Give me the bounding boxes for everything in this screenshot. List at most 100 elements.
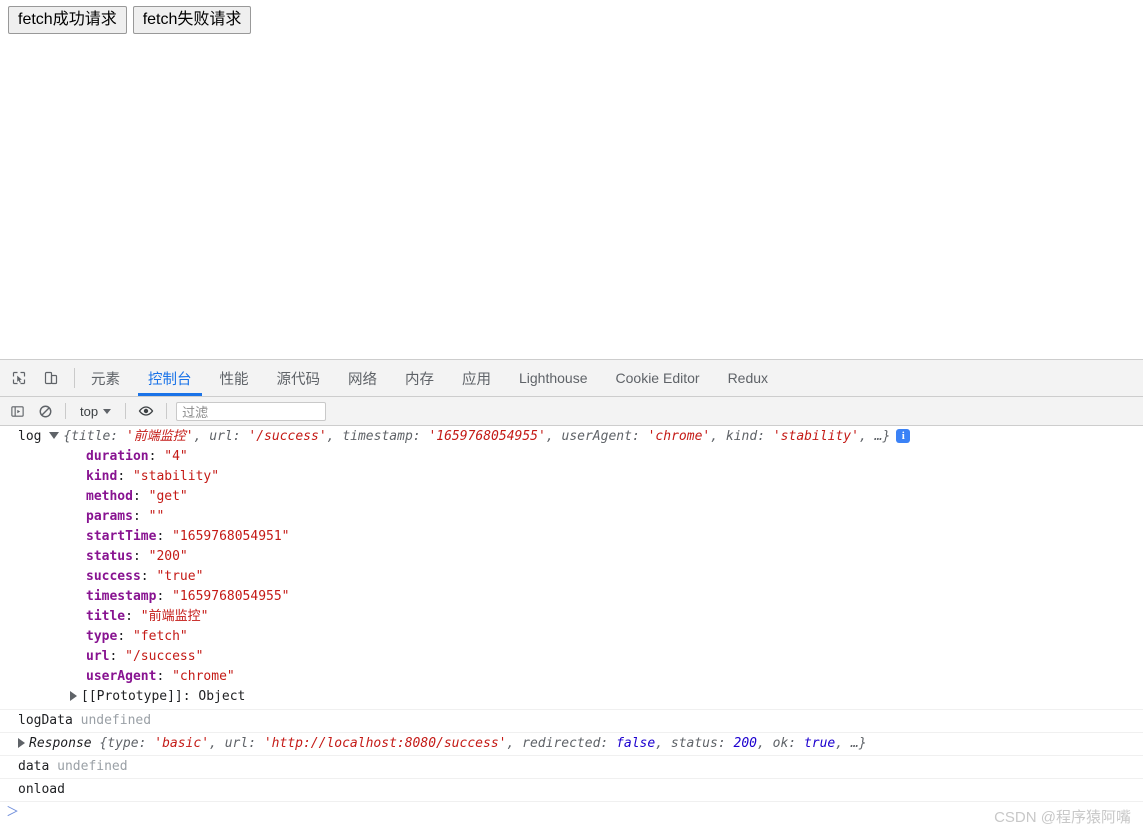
preview-value: false [616, 736, 656, 751]
console-message-log: log {title: '前端监控', url: '/success', tim… [0, 426, 1143, 710]
console-message-response: Response {type: 'basic', url: 'http://lo… [0, 733, 1143, 756]
tab-label: 网络 [348, 371, 377, 388]
expand-triangle-icon[interactable] [49, 432, 60, 439]
tab-label: 应用 [462, 371, 491, 388]
toolbar-divider-2 [125, 403, 127, 419]
preview-open-brace: { [63, 429, 72, 444]
property-key: status [86, 549, 133, 564]
tabbar-divider [74, 368, 75, 388]
property-key: params [86, 509, 133, 524]
console-message-text: onload [0, 780, 1143, 800]
object-property: url: "/success" [86, 649, 204, 664]
property-key: timestamp [86, 589, 157, 604]
property-value: "4" [164, 449, 188, 464]
tab-lighthouse[interactable]: Lighthouse [505, 360, 602, 396]
preview-value: '/success' [248, 429, 327, 444]
log-value: undefined [57, 759, 128, 774]
property-value: "fetch" [132, 629, 188, 644]
object-prototype-row[interactable]: [[Prototype]]: Object [0, 687, 1143, 707]
toolbar-divider-3 [166, 403, 168, 419]
expand-triangle-icon[interactable] [18, 737, 25, 748]
preview-value: 200 [733, 736, 757, 751]
tab-application[interactable]: 应用 [448, 360, 505, 396]
property-value: "1659768054955" [172, 589, 290, 604]
log-label: logData [18, 713, 73, 728]
web-page-viewport: fetch成功请求 fetch失败请求 [0, 0, 1143, 359]
sidebar-toggle-icon[interactable] [6, 400, 28, 422]
tab-elements[interactable]: 元素 [77, 360, 134, 396]
devtools-tabbar: 元素 控制台 性能 源代码 网络 内存 应用 Lighthouse Cookie… [0, 360, 1143, 397]
tab-console[interactable]: 控制台 [134, 360, 206, 396]
preview-value: 'stability' [772, 429, 859, 444]
preview-value: '前端监控' [125, 429, 194, 444]
tab-label: Cookie Editor [615, 370, 700, 386]
tab-memory[interactable]: 内存 [391, 360, 448, 396]
object-property: title: "前端监控" [86, 609, 209, 624]
devtools-panel: 元素 控制台 性能 源代码 网络 内存 应用 Lighthouse Cookie… [0, 359, 1143, 834]
object-property: params: "" [86, 509, 165, 524]
device-toolbar-icon[interactable] [40, 367, 62, 389]
preview-key: title [71, 429, 111, 444]
tab-label: 内存 [405, 371, 434, 388]
console-output: log {title: '前端监控', url: '/success', tim… [0, 426, 1143, 834]
object-property: timestamp: "1659768054955" [86, 589, 290, 604]
preview-close-brace: } [882, 429, 891, 444]
constructor-name: Response [29, 736, 92, 751]
fetch-failure-button[interactable]: fetch失败请求 [132, 6, 252, 34]
object-property: startTime: "1659768054951" [86, 529, 290, 544]
object-property: userAgent: "chrome" [86, 669, 235, 684]
property-value: "1659768054951" [172, 529, 290, 544]
property-value: "前端监控" [140, 609, 209, 624]
property-value: "/success" [125, 649, 204, 664]
property-value: "true" [156, 569, 204, 584]
chevron-down-icon [103, 408, 112, 414]
tab-cookie-editor[interactable]: Cookie Editor [602, 360, 714, 396]
fetch-success-button[interactable]: fetch成功请求 [8, 6, 127, 34]
log-label: log [18, 429, 42, 444]
collapse-triangle-icon[interactable] [70, 690, 77, 701]
object-property: type: "fetch" [86, 629, 188, 644]
toolbar-divider-1 [65, 403, 66, 419]
preview-key: type [107, 736, 139, 751]
console-message-text: logData undefined [0, 711, 1143, 731]
inspect-element-icon[interactable] [8, 367, 30, 389]
preview-value: true [803, 736, 836, 751]
property-key: success [86, 569, 141, 584]
tab-network[interactable]: 网络 [334, 360, 391, 396]
devtools-tool-icons [0, 360, 72, 396]
tab-label: 元素 [91, 371, 120, 388]
tab-performance[interactable]: 性能 [206, 360, 263, 396]
property-key: type [86, 629, 118, 644]
object-property: status: "200" [86, 549, 188, 564]
console-message-text[interactable]: Response {type: 'basic', url: 'http://lo… [0, 734, 1143, 754]
console-message-text: data undefined [0, 757, 1143, 777]
tab-sources[interactable]: 源代码 [263, 360, 335, 396]
console-context-selector[interactable]: top [75, 402, 116, 421]
preview-value: 'chrome' [647, 429, 711, 444]
property-key: url [86, 649, 110, 664]
console-message-header[interactable]: log {title: '前端监控', url: '/success', tim… [0, 427, 1143, 447]
prototype-value: Object [198, 689, 246, 704]
preview-ellipsis: … [850, 736, 859, 751]
info-badge-icon[interactable]: i [896, 428, 911, 443]
console-message-onload: onload [0, 779, 1143, 802]
eye-icon[interactable] [135, 400, 157, 422]
object-property: duration: "4" [86, 449, 188, 464]
preview-key: status [670, 736, 718, 751]
console-message-logdata: logData undefined [0, 710, 1143, 733]
console-filter-input[interactable]: 过滤 [176, 401, 327, 421]
devtools-tab-list: 元素 控制台 性能 源代码 网络 内存 应用 Lighthouse Cookie… [77, 360, 782, 396]
prompt-chevron-icon: ＞ [6, 805, 20, 820]
tab-label: 源代码 [276, 371, 321, 388]
tab-redux[interactable]: Redux [714, 360, 782, 396]
preview-key: ok [772, 736, 789, 751]
console-prompt[interactable]: ＞ [0, 802, 1143, 824]
object-property: success: "true" [86, 569, 204, 584]
property-value: "" [148, 509, 165, 524]
preview-key: timestamp [342, 429, 413, 444]
preview-key: url [209, 429, 233, 444]
preview-key: kind [725, 429, 758, 444]
clear-console-icon[interactable] [34, 400, 56, 422]
preview-key: url [224, 736, 249, 751]
preview-key: userAgent [561, 429, 632, 444]
